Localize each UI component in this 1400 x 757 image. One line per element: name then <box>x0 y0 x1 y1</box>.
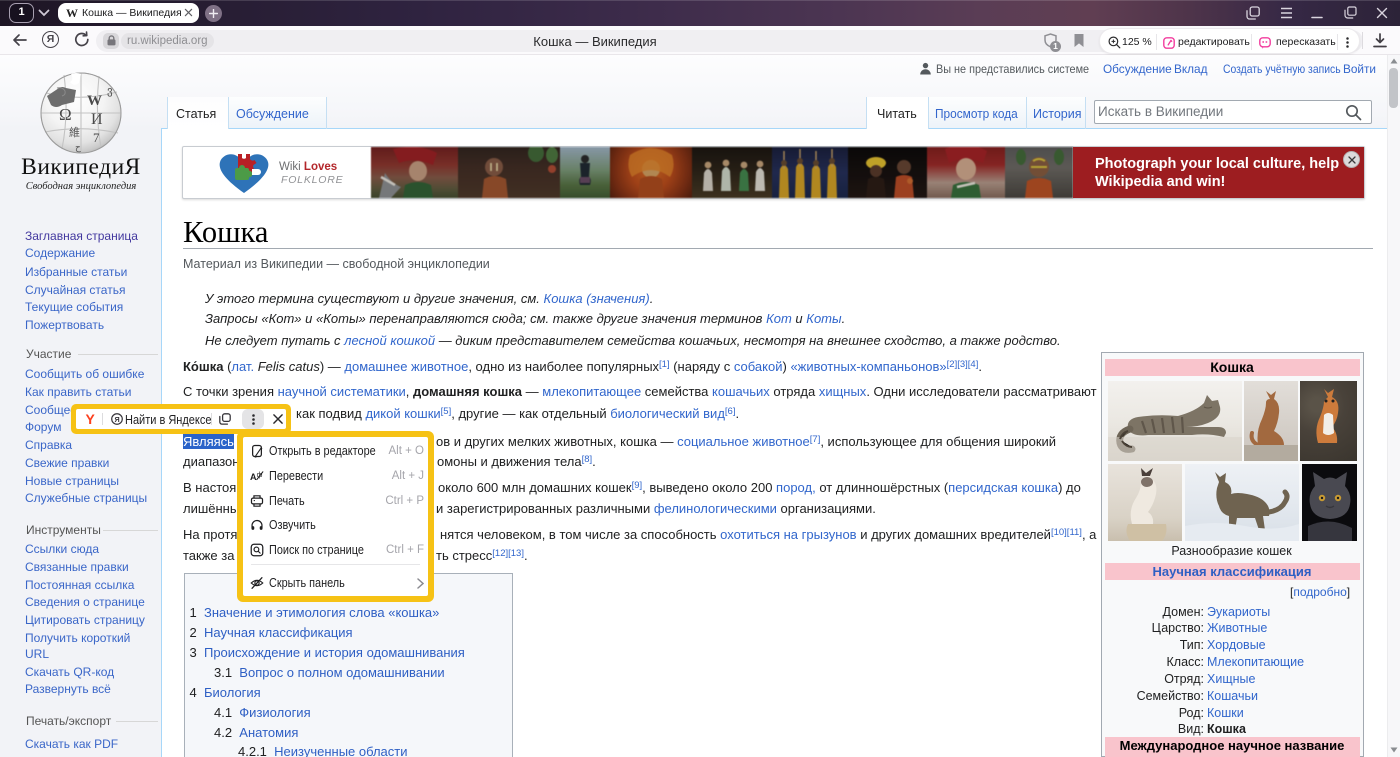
svg-text:W: W <box>87 93 102 109</box>
svg-text:Ω: Ω <box>59 105 72 124</box>
svg-text:ვ: ვ <box>107 85 113 97</box>
svg-text:ح: ح <box>75 142 81 153</box>
svg-text:Я: Я <box>115 415 120 424</box>
svg-text:維: 維 <box>69 126 80 139</box>
svg-text:И: И <box>91 111 103 128</box>
svg-text:7: 7 <box>93 130 100 145</box>
